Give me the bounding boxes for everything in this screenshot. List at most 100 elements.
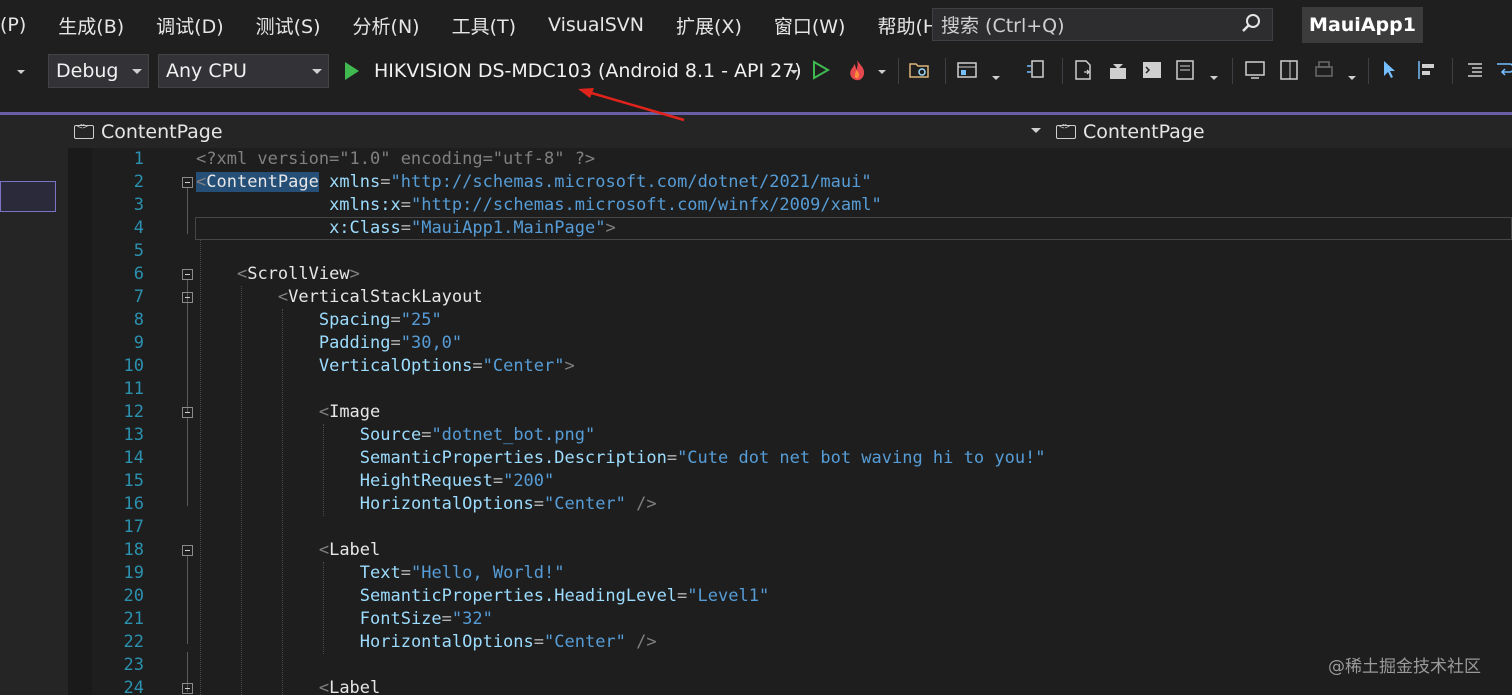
- monitor-icon[interactable]: [1244, 58, 1266, 82]
- browser-link-icon[interactable]: [956, 58, 978, 82]
- menu-tools[interactable]: 工具(T): [436, 12, 532, 39]
- menu-build[interactable]: 生成(B): [42, 12, 140, 39]
- selected-panel-item[interactable]: [0, 181, 56, 212]
- collapse-icon[interactable]: [182, 177, 193, 188]
- code-line[interactable]: 22 HorizontalOptions="Center" />: [92, 631, 1512, 654]
- annotation-arrow: [578, 88, 685, 122]
- chevron-down-icon[interactable]: [1348, 76, 1356, 80]
- chevron-down-icon[interactable]: [1210, 76, 1218, 80]
- toolbar-separator: [945, 58, 946, 84]
- word-wrap-icon[interactable]: [1494, 58, 1512, 82]
- play-icon: [345, 62, 359, 80]
- line-number: 10: [123, 356, 144, 376]
- code-line[interactable]: 21 FontSize="32": [92, 608, 1512, 631]
- menu-visualsvn[interactable]: VisualSVN: [532, 14, 660, 36]
- search-icon: [1242, 14, 1260, 32]
- code-line[interactable]: 11: [92, 378, 1512, 401]
- menu-extensions[interactable]: 扩展(X): [660, 12, 758, 39]
- menu-bar: (P) 生成(B) 调试(D) 测试(S) 分析(N) 工具(T) Visual…: [0, 0, 1512, 50]
- code-text: HeightRequest="200": [359, 471, 555, 491]
- platform-dropdown[interactable]: Any CPU: [158, 54, 329, 88]
- code-text: x:Class="MauiApp1.MainPage">: [329, 218, 616, 238]
- code-line[interactable]: 8 Spacing="25": [92, 309, 1512, 332]
- code-line[interactable]: 6 <ScrollView>: [92, 263, 1512, 286]
- start-without-debugging-icon[interactable]: [810, 58, 832, 82]
- code-text: <ScrollView>: [236, 264, 360, 284]
- code-line[interactable]: 1 <?xml version="1.0" encoding="utf-8" ?>: [92, 148, 1512, 171]
- folder-search-icon[interactable]: [908, 58, 930, 82]
- format-document-icon[interactable]: [1464, 58, 1486, 82]
- menu-debug[interactable]: 调试(D): [140, 12, 239, 39]
- line-number: 22: [123, 632, 144, 652]
- code-text: SemanticProperties.HeadingLevel="Level1": [359, 586, 770, 606]
- type-selector[interactable]: ContentPage: [74, 121, 223, 143]
- code-line[interactable]: 18 <Label: [92, 539, 1512, 562]
- collapse-icon[interactable]: [182, 545, 193, 556]
- run-target-chevron-icon[interactable]: [790, 70, 798, 74]
- menu-test[interactable]: 测试(S): [240, 12, 337, 39]
- menu-analyze[interactable]: 分析(N): [337, 12, 436, 39]
- layout-panel-icon[interactable]: [1278, 58, 1300, 82]
- device-export-icon[interactable]: [1072, 58, 1094, 82]
- code-line[interactable]: 20 SemanticProperties.HeadingLevel="Leve…: [92, 585, 1512, 608]
- configuration-dropdown[interactable]: Debug: [48, 54, 149, 88]
- line-number: 18: [123, 540, 144, 560]
- pointer-select-icon[interactable]: [1380, 58, 1402, 82]
- code-line[interactable]: 19 Text="Hello, World!": [92, 562, 1512, 585]
- sync-icon[interactable]: [1024, 58, 1046, 82]
- line-number: 17: [123, 517, 144, 537]
- hot-reload-chevron-icon[interactable]: [878, 70, 886, 74]
- chevron-down-icon[interactable]: [992, 76, 1000, 80]
- menu-project[interactable]: (P): [0, 14, 42, 36]
- code-line[interactable]: 5: [92, 240, 1512, 263]
- code-text: <Label: [318, 678, 381, 695]
- code-line[interactable]: 10 VerticalOptions="Center">: [92, 355, 1512, 378]
- code-line[interactable]: 7 <VerticalStackLayout: [92, 286, 1512, 309]
- align-icon[interactable]: [1415, 58, 1437, 82]
- code-line[interactable]: 16 HorizontalOptions="Center" />: [92, 493, 1512, 516]
- code-line[interactable]: 12 <Image: [92, 401, 1512, 424]
- toolbar-separator: [898, 58, 899, 84]
- member-selector[interactable]: ContentPage: [1056, 121, 1205, 143]
- line-number: 16: [123, 494, 144, 514]
- search-input[interactable]: 搜索 (Ctrl+Q): [932, 8, 1273, 41]
- line-number: 2: [133, 172, 144, 192]
- line-number: 14: [123, 448, 144, 468]
- collapse-icon[interactable]: [182, 292, 193, 303]
- code-line[interactable]: 3 xmlns:x="http://schemas.microsoft.com/…: [92, 194, 1512, 217]
- code-line[interactable]: 2 <ContentPage xmlns="http://schemas.micr…: [92, 171, 1512, 194]
- line-number: 1: [133, 149, 144, 169]
- toolbar-separator: [1232, 58, 1233, 84]
- code-line[interactable]: 17: [92, 516, 1512, 539]
- code-line[interactable]: 24 <Label: [92, 677, 1512, 695]
- code-text: SemanticProperties.Description="Cute dot…: [359, 448, 1046, 468]
- toolbar-separator: [1062, 58, 1063, 84]
- code-line[interactable]: 9 Padding="30,0": [92, 332, 1512, 355]
- terminal-icon[interactable]: [1141, 58, 1163, 82]
- toolbar-separator: [1452, 58, 1453, 84]
- code-line[interactable]: 23: [92, 654, 1512, 677]
- line-number: 11: [123, 379, 144, 399]
- device-properties-icon[interactable]: [1174, 58, 1196, 82]
- platform-value: Any CPU: [166, 60, 247, 82]
- collapse-icon[interactable]: [182, 683, 193, 694]
- code-text: FontSize="32": [359, 609, 493, 629]
- code-line[interactable]: 4 x:Class="MauiApp1.MainPage">: [92, 217, 1512, 240]
- collapse-icon[interactable]: [182, 407, 193, 418]
- code-line[interactable]: 13 Source="dotnet_bot.png": [92, 424, 1512, 447]
- printer-icon[interactable]: [1313, 58, 1335, 82]
- android-deploy-icon[interactable]: [1107, 58, 1129, 82]
- code-text: <Image: [318, 402, 381, 422]
- code-text: Text="Hello, World!": [359, 563, 565, 583]
- code-line[interactable]: 15 HeightRequest="200": [92, 470, 1512, 493]
- line-number: 8: [133, 310, 144, 330]
- code-text: <Label: [318, 540, 381, 560]
- code-line[interactable]: 14 SemanticProperties.Description="Cute …: [92, 447, 1512, 470]
- chevron-down-icon[interactable]: [1031, 128, 1041, 133]
- line-number: 13: [123, 425, 144, 445]
- chevron-down-icon[interactable]: [17, 70, 25, 74]
- menu-window[interactable]: 窗口(W): [758, 12, 862, 39]
- hot-reload-icon[interactable]: [846, 58, 868, 82]
- code-editor[interactable]: 1 <?xml version="1.0" encoding="utf-8" ?>…: [92, 148, 1512, 695]
- collapse-icon[interactable]: [182, 269, 193, 280]
